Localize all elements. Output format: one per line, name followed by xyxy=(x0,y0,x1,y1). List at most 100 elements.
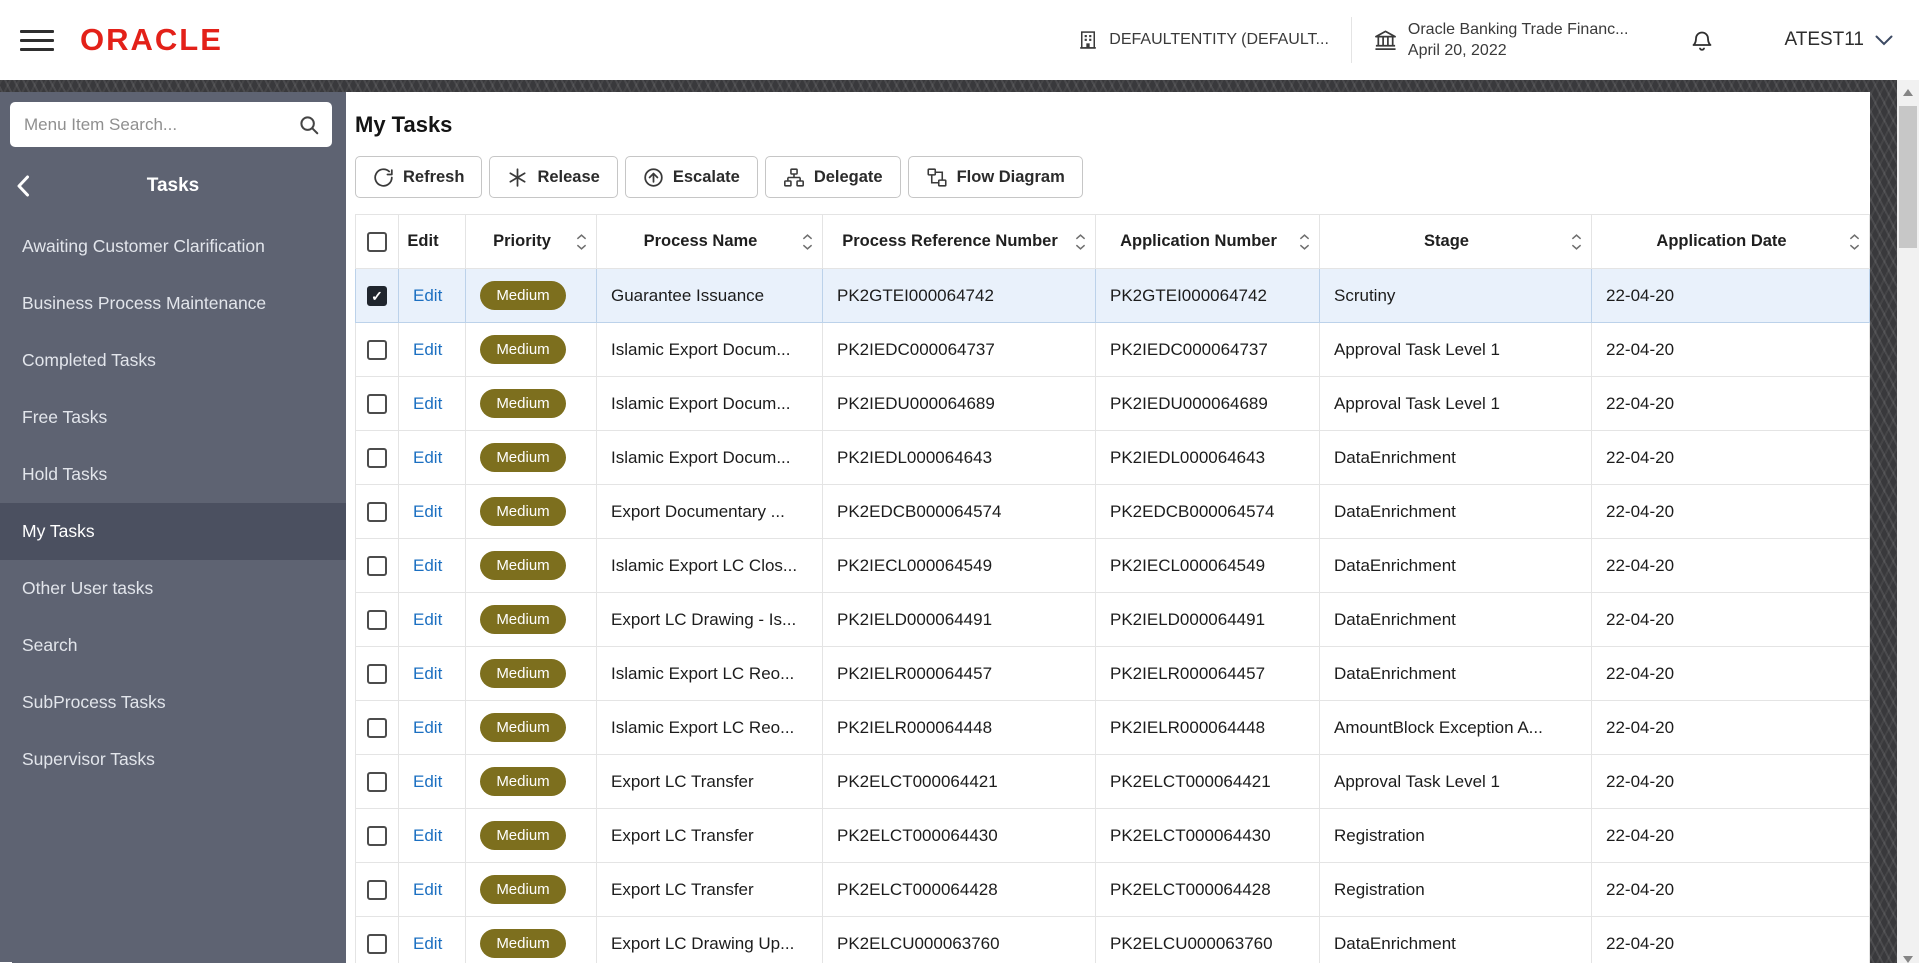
application-number: PK2ELCU000063760 xyxy=(1110,934,1273,953)
flow-diagram-button[interactable]: Flow Diagram xyxy=(908,156,1083,198)
sidebar-item-supervisor-tasks[interactable]: Supervisor Tasks xyxy=(0,731,346,788)
cell-application-date: 22-04-20 xyxy=(1592,539,1870,593)
cell-checkbox xyxy=(356,323,399,377)
table-row[interactable]: EditMediumExport Documentary ...PK2EDCB0… xyxy=(356,485,1870,539)
row-checkbox[interactable] xyxy=(367,718,387,738)
table-row[interactable]: EditMediumIslamic Export Docum...PK2IEDL… xyxy=(356,431,1870,485)
table-row[interactable]: EditMediumIslamic Export LC Clos...PK2IE… xyxy=(356,539,1870,593)
edit-link[interactable]: Edit xyxy=(413,826,442,845)
row-checkbox[interactable] xyxy=(367,340,387,360)
col-header-priority[interactable]: Priority xyxy=(466,215,597,269)
edit-link[interactable]: Edit xyxy=(413,934,442,953)
scrollbar-down-arrow[interactable] xyxy=(1897,949,1919,963)
row-checkbox[interactable] xyxy=(367,664,387,684)
col-header-application-date[interactable]: Application Date xyxy=(1592,215,1870,269)
menu-search-input[interactable] xyxy=(24,115,298,135)
table-row[interactable]: EditMediumIslamic Export Docum...PK2IEDU… xyxy=(356,377,1870,431)
table-row[interactable]: EditMediumExport LC TransferPK2ELCT00006… xyxy=(356,755,1870,809)
sidebar-item-other-user-tasks[interactable]: Other User tasks xyxy=(0,560,346,617)
select-all-checkbox[interactable] xyxy=(367,232,387,252)
application-date: 22-04-20 xyxy=(1606,718,1674,737)
col-header-edit[interactable]: Edit xyxy=(399,215,466,269)
row-checkbox[interactable] xyxy=(367,880,387,900)
sidebar-item-completed-tasks[interactable]: Completed Tasks xyxy=(0,332,346,389)
cell-application-date: 22-04-20 xyxy=(1592,647,1870,701)
hamburger-menu-icon[interactable] xyxy=(20,28,54,53)
table-row[interactable]: EditMediumIslamic Export Docum...PK2IEDC… xyxy=(356,323,1870,377)
cell-priority: Medium xyxy=(466,593,597,647)
sidebar-item-my-tasks[interactable]: My Tasks xyxy=(0,503,346,560)
edit-link[interactable]: Edit xyxy=(413,664,442,683)
sort-icon[interactable] xyxy=(576,233,587,250)
table-row[interactable]: EditMediumExport LC TransferPK2ELCT00006… xyxy=(356,863,1870,917)
cell-checkbox xyxy=(356,755,399,809)
username: ATEST11 xyxy=(1784,29,1864,51)
row-checkbox[interactable] xyxy=(367,556,387,576)
back-chevron-icon[interactable] xyxy=(16,175,30,197)
scrollbar-up-arrow[interactable] xyxy=(1897,82,1919,102)
sidebar-item-free-tasks[interactable]: Free Tasks xyxy=(0,389,346,446)
edit-link[interactable]: Edit xyxy=(413,286,442,305)
priority-badge: Medium xyxy=(480,875,566,904)
edit-link[interactable]: Edit xyxy=(413,718,442,737)
sort-icon[interactable] xyxy=(1299,233,1310,250)
escalate-button[interactable]: Escalate xyxy=(625,156,758,198)
sort-icon[interactable] xyxy=(1571,233,1582,250)
table-row[interactable]: EditMediumExport LC TransferPK2ELCT00006… xyxy=(356,809,1870,863)
row-checkbox[interactable] xyxy=(367,934,387,954)
notifications-bell-icon[interactable] xyxy=(1690,28,1714,52)
col-header-stage[interactable]: Stage xyxy=(1320,215,1592,269)
row-checkbox[interactable] xyxy=(367,448,387,468)
cell-checkbox xyxy=(356,377,399,431)
row-checkbox[interactable] xyxy=(367,826,387,846)
process-reference-number: PK2EDCB000064574 xyxy=(837,502,1001,521)
sidebar-item-search[interactable]: Search xyxy=(0,617,346,674)
edit-link[interactable]: Edit xyxy=(413,880,442,899)
process-reference-number: PK2ELCU000063760 xyxy=(837,934,1000,953)
release-button[interactable]: Release xyxy=(489,156,617,198)
row-checkbox[interactable] xyxy=(367,394,387,414)
sidebar-item-awaiting-customer-clarification[interactable]: Awaiting Customer Clarification xyxy=(0,218,346,275)
edit-link[interactable]: Edit xyxy=(413,394,442,413)
sidebar-item-hold-tasks[interactable]: Hold Tasks xyxy=(0,446,346,503)
sort-icon[interactable] xyxy=(1849,233,1860,250)
edit-link[interactable]: Edit xyxy=(413,556,442,575)
row-checkbox[interactable] xyxy=(367,772,387,792)
cell-stage: DataEnrichment xyxy=(1320,593,1592,647)
sidebar-item-subprocess-tasks[interactable]: SubProcess Tasks xyxy=(0,674,346,731)
cell-edit: Edit xyxy=(399,593,466,647)
edit-link[interactable]: Edit xyxy=(413,448,442,467)
col-header-process-name[interactable]: Process Name xyxy=(597,215,823,269)
scrollbar-thumb[interactable] xyxy=(1899,106,1917,248)
edit-link[interactable]: Edit xyxy=(413,502,442,521)
cell-stage: AmountBlock Exception A... xyxy=(1320,701,1592,755)
table-row[interactable]: EditMediumIslamic Export LC Reo...PK2IEL… xyxy=(356,647,1870,701)
sidebar-item-business-process-maintenance[interactable]: Business Process Maintenance xyxy=(0,275,346,332)
cell-checkbox xyxy=(356,809,399,863)
delegate-button[interactable]: Delegate xyxy=(765,156,901,198)
table-row[interactable]: EditMediumExport LC Drawing Up...PK2ELCU… xyxy=(356,917,1870,963)
edit-link[interactable]: Edit xyxy=(413,610,442,629)
sort-icon[interactable] xyxy=(802,233,813,250)
sort-icon[interactable] xyxy=(1075,233,1086,250)
user-menu[interactable]: ATEST11 xyxy=(1784,29,1893,51)
edit-link[interactable]: Edit xyxy=(413,772,442,791)
row-checkbox[interactable] xyxy=(367,502,387,522)
row-checkbox[interactable]: ✓ xyxy=(367,286,387,306)
table-row[interactable]: EditMediumIslamic Export LC Reo...PK2IEL… xyxy=(356,701,1870,755)
table-row[interactable]: ✓EditMediumGuarantee IssuancePK2GTEI0000… xyxy=(356,269,1870,323)
col-header-process-reference-number[interactable]: Process Reference Number xyxy=(823,215,1096,269)
search-icon[interactable] xyxy=(298,114,320,136)
col-header-application-number[interactable]: Application Number xyxy=(1096,215,1320,269)
process-reference-number: PK2IEDC000064737 xyxy=(837,340,995,359)
table-row[interactable]: EditMediumExport LC Drawing - Is...PK2IE… xyxy=(356,593,1870,647)
cell-priority: Medium xyxy=(466,431,597,485)
edit-link[interactable]: Edit xyxy=(413,340,442,359)
process-reference-number: PK2IELR000064448 xyxy=(837,718,992,737)
cell-edit: Edit xyxy=(399,323,466,377)
vertical-scrollbar[interactable] xyxy=(1897,80,1919,963)
entity-selector[interactable]: DEFAULTENTITY (DEFAULT... xyxy=(1078,30,1329,50)
refresh-button[interactable]: Refresh xyxy=(355,156,482,198)
cell-process-reference-number: PK2IEDC000064737 xyxy=(823,323,1096,377)
row-checkbox[interactable] xyxy=(367,610,387,630)
